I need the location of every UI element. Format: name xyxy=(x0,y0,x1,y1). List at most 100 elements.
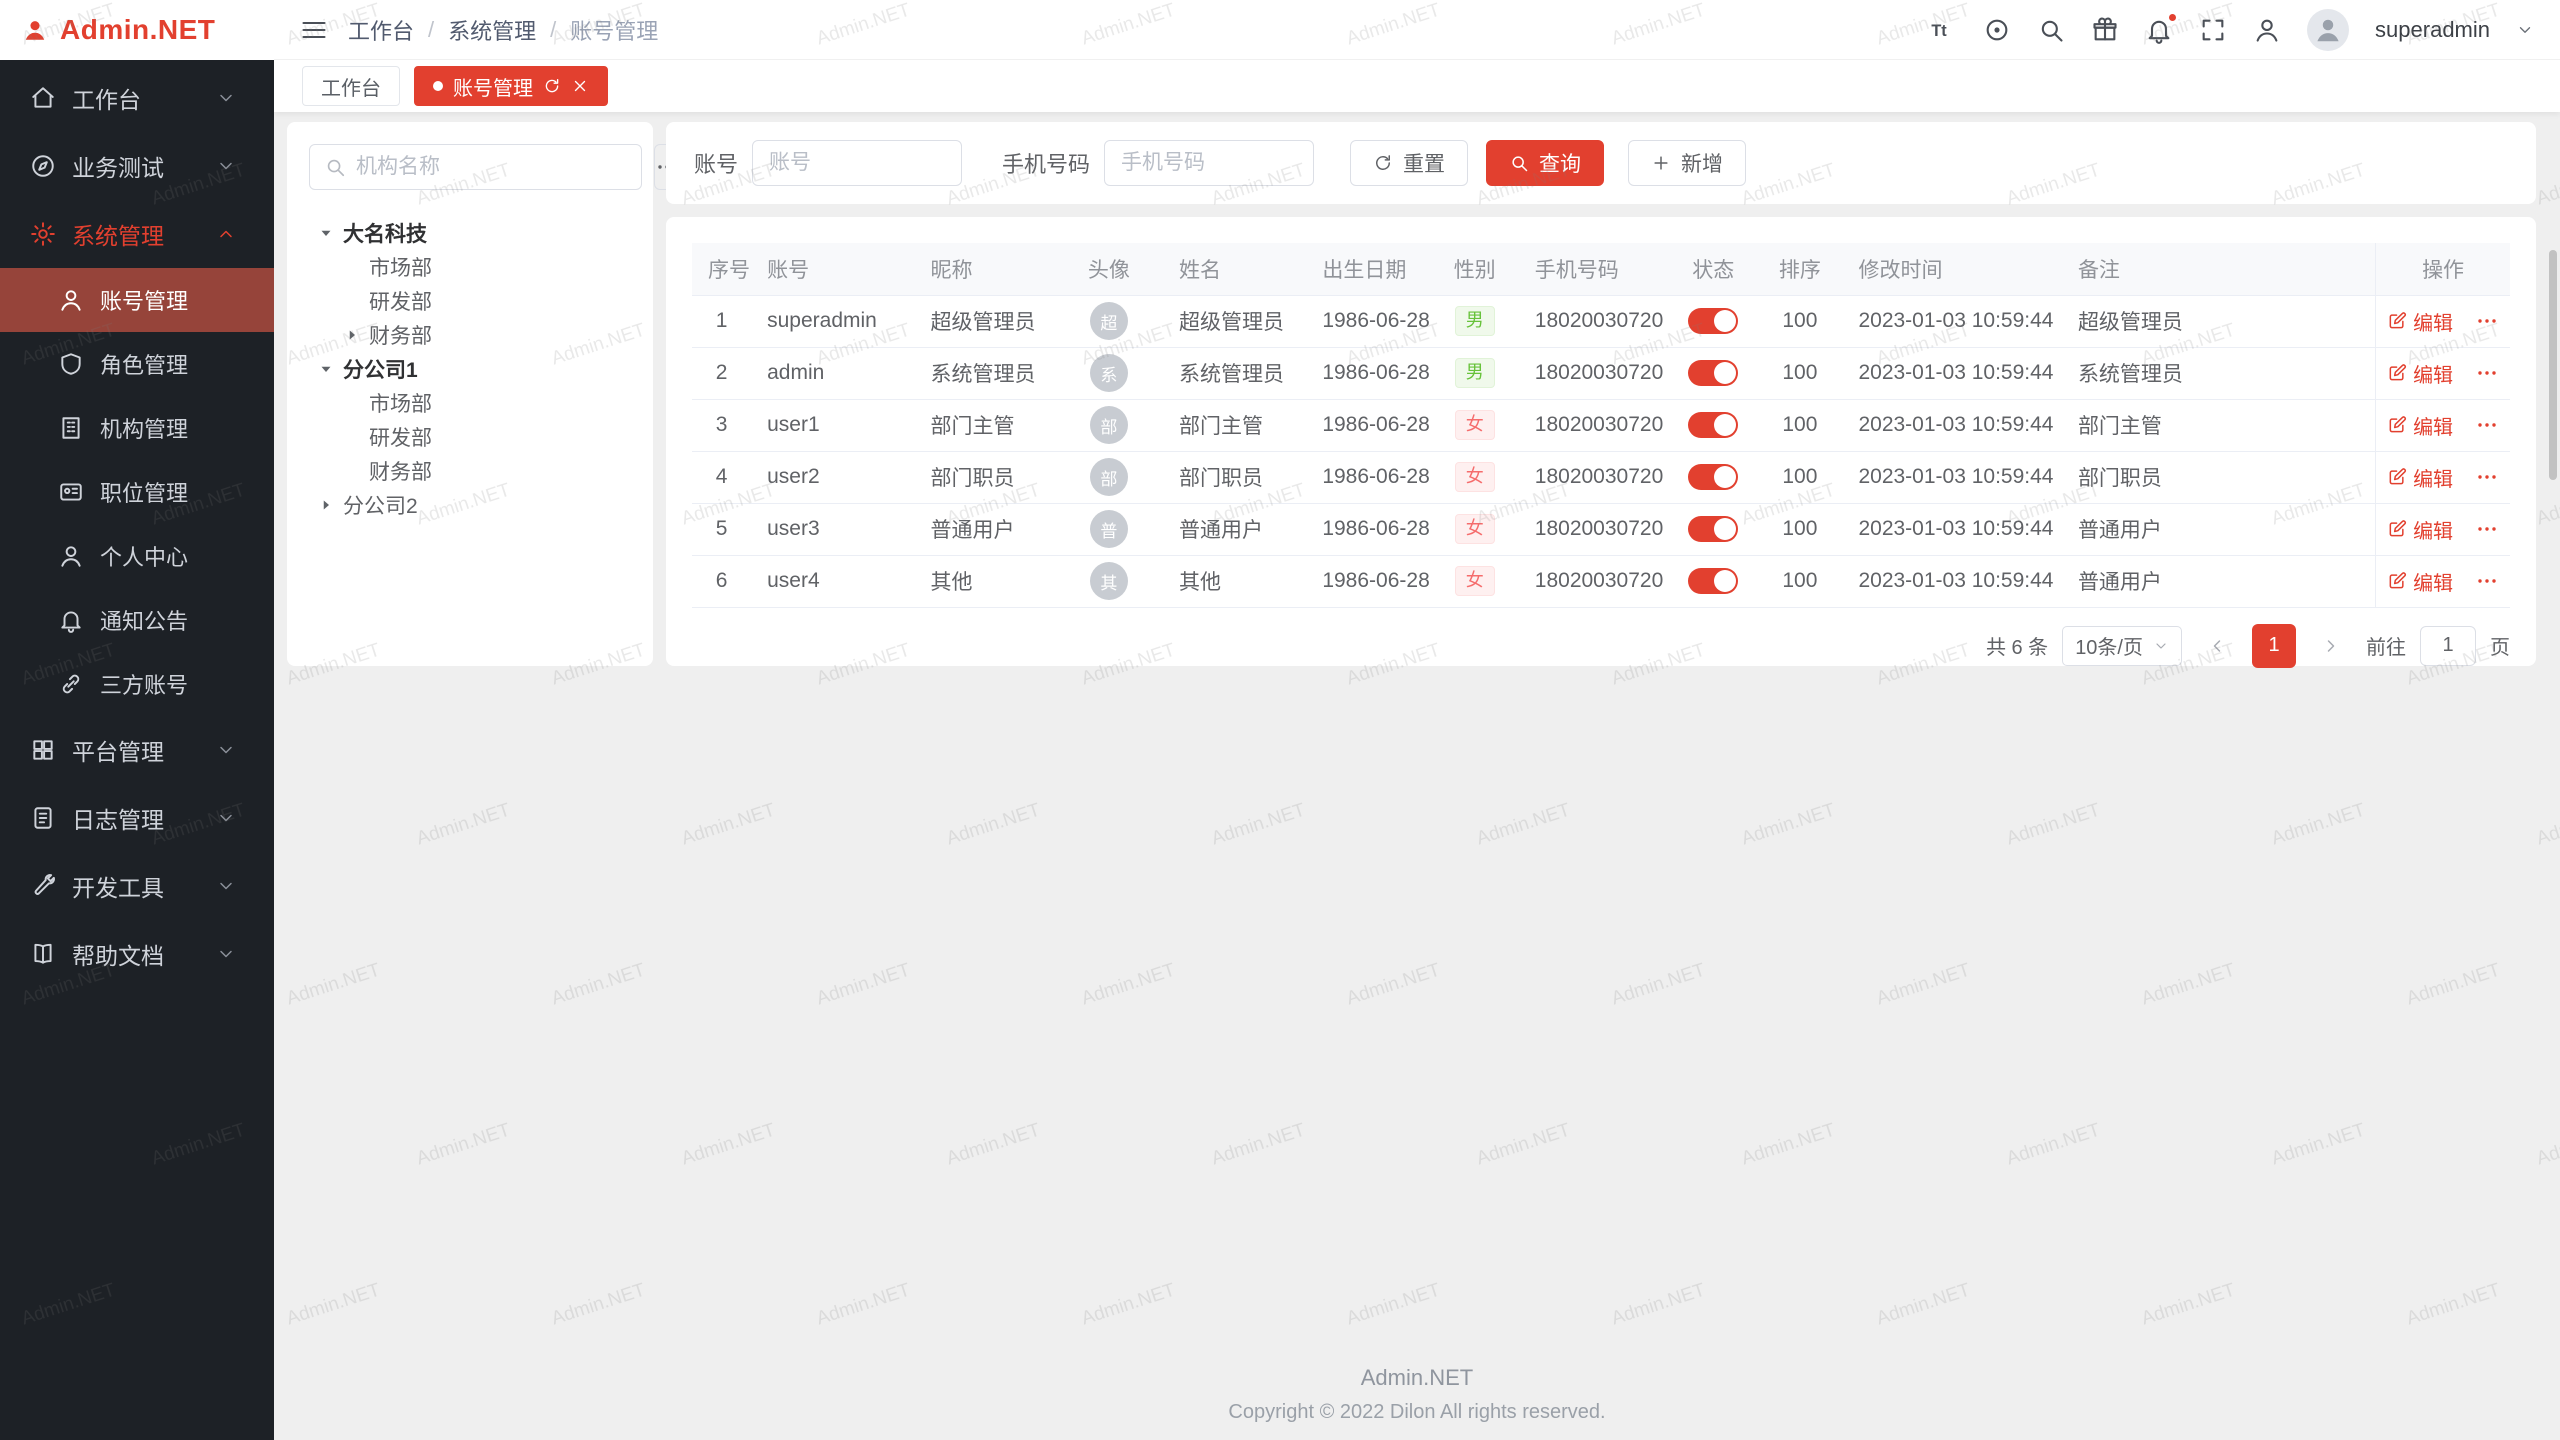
cell-gender: 女 xyxy=(1431,503,1519,555)
row-more-button[interactable] xyxy=(2475,569,2499,593)
sidebar-item-position-management[interactable]: 职位管理 xyxy=(0,460,274,524)
tree-node[interactable]: 分公司1 xyxy=(309,352,631,386)
tab-label: 账号管理 xyxy=(453,72,533,101)
row-more-button[interactable] xyxy=(2475,517,2499,541)
edit-button[interactable]: 编辑 xyxy=(2387,307,2453,336)
pagination: 共 6 条 10条/页 1 前往 页 xyxy=(692,624,2510,668)
org-search-input[interactable] xyxy=(356,155,627,179)
bell-icon xyxy=(58,607,84,633)
sidebar-item-role-management[interactable]: 角色管理 xyxy=(0,332,274,396)
page-size-select[interactable]: 10条/页 xyxy=(2062,626,2182,666)
sidebar-item-notice[interactable]: 通知公告 xyxy=(0,588,274,652)
scrollbar[interactable] xyxy=(2549,250,2557,480)
sidebar-item-account-management[interactable]: 账号管理 xyxy=(0,268,274,332)
row-more-button[interactable] xyxy=(2475,465,2499,489)
chevron-down-icon xyxy=(216,944,236,964)
prev-page-button[interactable] xyxy=(2196,625,2238,667)
row-more-button[interactable] xyxy=(2475,309,2499,333)
chevron-right-icon xyxy=(2321,636,2341,656)
header-tool-theme[interactable] xyxy=(2091,16,2119,44)
edit-button[interactable]: 编辑 xyxy=(2387,411,2453,440)
edit-button[interactable]: 编辑 xyxy=(2387,515,2453,544)
cell-name: 部门主管 xyxy=(1163,399,1306,451)
edit-button[interactable]: 编辑 xyxy=(2387,463,2453,492)
account-input[interactable] xyxy=(752,140,962,186)
header-tool-fullscreen[interactable] xyxy=(2199,16,2227,44)
breadcrumb-item[interactable]: 工作台 xyxy=(348,14,414,46)
cell-sort: 100 xyxy=(1757,451,1842,503)
edit-button[interactable]: 编辑 xyxy=(2387,359,2453,388)
sidebar-item-org-management[interactable]: 机构管理 xyxy=(0,396,274,460)
sidebar-item-personal-center[interactable]: 个人中心 xyxy=(0,524,274,588)
cell-actions: 编辑 xyxy=(2376,555,2510,607)
tree-node-label: 市场部 xyxy=(369,388,432,418)
header-tool-lock[interactable] xyxy=(2253,16,2281,44)
caret-right-icon xyxy=(317,496,343,514)
reset-button[interactable]: 重置 xyxy=(1350,140,1468,186)
edit-icon xyxy=(2387,571,2407,591)
page-number-1[interactable]: 1 xyxy=(2252,624,2296,668)
sidebar-item-system-management[interactable]: 系统管理 xyxy=(0,200,274,268)
tab-workbench[interactable]: 工作台 xyxy=(302,66,400,106)
cell-modified: 2023-01-03 10:59:44 xyxy=(1842,451,2061,503)
sidebar-submenu: 账号管理角色管理机构管理职位管理个人中心通知公告三方账号 xyxy=(0,268,274,716)
tree-node-label: 财务部 xyxy=(369,456,432,486)
search-button[interactable]: 查询 xyxy=(1486,140,1604,186)
breadcrumb-item[interactable]: 账号管理 xyxy=(570,14,658,46)
next-page-button[interactable] xyxy=(2310,625,2352,667)
status-toggle[interactable] xyxy=(1688,412,1738,438)
tree-node[interactable]: 财务部 xyxy=(309,318,631,352)
doc-icon xyxy=(30,941,56,967)
header-tool-font-size[interactable]: Tt xyxy=(1929,16,1957,44)
header-tool-target[interactable] xyxy=(1983,16,2011,44)
avatar[interactable] xyxy=(2307,9,2349,51)
row-more-button[interactable] xyxy=(2475,361,2499,385)
tree-node-label: 研发部 xyxy=(369,286,432,316)
row-more-button[interactable] xyxy=(2475,413,2499,437)
tree-node[interactable]: 财务部 xyxy=(309,454,631,488)
user-menu-chevron-down-icon[interactable] xyxy=(2516,21,2534,39)
cell-nickname: 部门主管 xyxy=(914,399,1054,451)
header-tool-search[interactable] xyxy=(2037,16,2065,44)
cell-actions: 编辑 xyxy=(2376,399,2510,451)
tree-node[interactable]: 大名科技 xyxy=(309,216,631,250)
add-button[interactable]: 新增 xyxy=(1628,140,1746,186)
org-search-box[interactable] xyxy=(309,144,642,190)
goto-page-input[interactable] xyxy=(2420,626,2476,666)
tree-node[interactable]: 市场部 xyxy=(309,250,631,284)
phone-input[interactable] xyxy=(1104,140,1314,186)
tree-node[interactable]: 研发部 xyxy=(309,420,631,454)
avatar: 系 xyxy=(1090,354,1128,392)
status-toggle[interactable] xyxy=(1688,568,1738,594)
status-toggle[interactable] xyxy=(1688,464,1738,490)
sidebar-item-dev-tools[interactable]: 开发工具 xyxy=(0,852,274,920)
cell-status xyxy=(1669,295,1757,347)
chevron-down-icon xyxy=(216,88,236,108)
gear-icon xyxy=(30,221,56,247)
logo[interactable]: Admin.NET xyxy=(0,0,274,60)
breadcrumb-item[interactable]: 系统管理 xyxy=(448,14,536,46)
sidebar-item-third-party-account[interactable]: 三方账号 xyxy=(0,652,274,716)
menu-toggle-icon[interactable] xyxy=(300,16,328,44)
table-row: 1superadmin超级管理员超超级管理员1986-06-28男1802003… xyxy=(692,295,2510,347)
header-tool-notification[interactable] xyxy=(2145,16,2173,44)
tab-account-management[interactable]: 账号管理 xyxy=(414,66,608,106)
status-toggle[interactable] xyxy=(1688,308,1738,334)
cell-avatar: 系 xyxy=(1055,347,1163,399)
tree-node[interactable]: 研发部 xyxy=(309,284,631,318)
chevron-down-icon xyxy=(2153,638,2169,654)
tree-node[interactable]: 市场部 xyxy=(309,386,631,420)
sidebar-item-help-docs[interactable]: 帮助文档 xyxy=(0,920,274,988)
switch-knob xyxy=(1714,466,1736,488)
status-toggle[interactable] xyxy=(1688,360,1738,386)
sidebar-item-business-test[interactable]: 业务测试 xyxy=(0,132,274,200)
switch-knob xyxy=(1714,310,1736,332)
username[interactable]: superadmin xyxy=(2375,17,2490,43)
column-header: 头像 xyxy=(1055,243,1163,295)
sidebar-item-log-management[interactable]: 日志管理 xyxy=(0,784,274,852)
status-toggle[interactable] xyxy=(1688,516,1738,542)
edit-button[interactable]: 编辑 xyxy=(2387,567,2453,596)
sidebar-item-workbench[interactable]: 工作台 xyxy=(0,64,274,132)
sidebar-item-platform-management[interactable]: 平台管理 xyxy=(0,716,274,784)
tree-node[interactable]: 分公司2 xyxy=(309,488,631,522)
